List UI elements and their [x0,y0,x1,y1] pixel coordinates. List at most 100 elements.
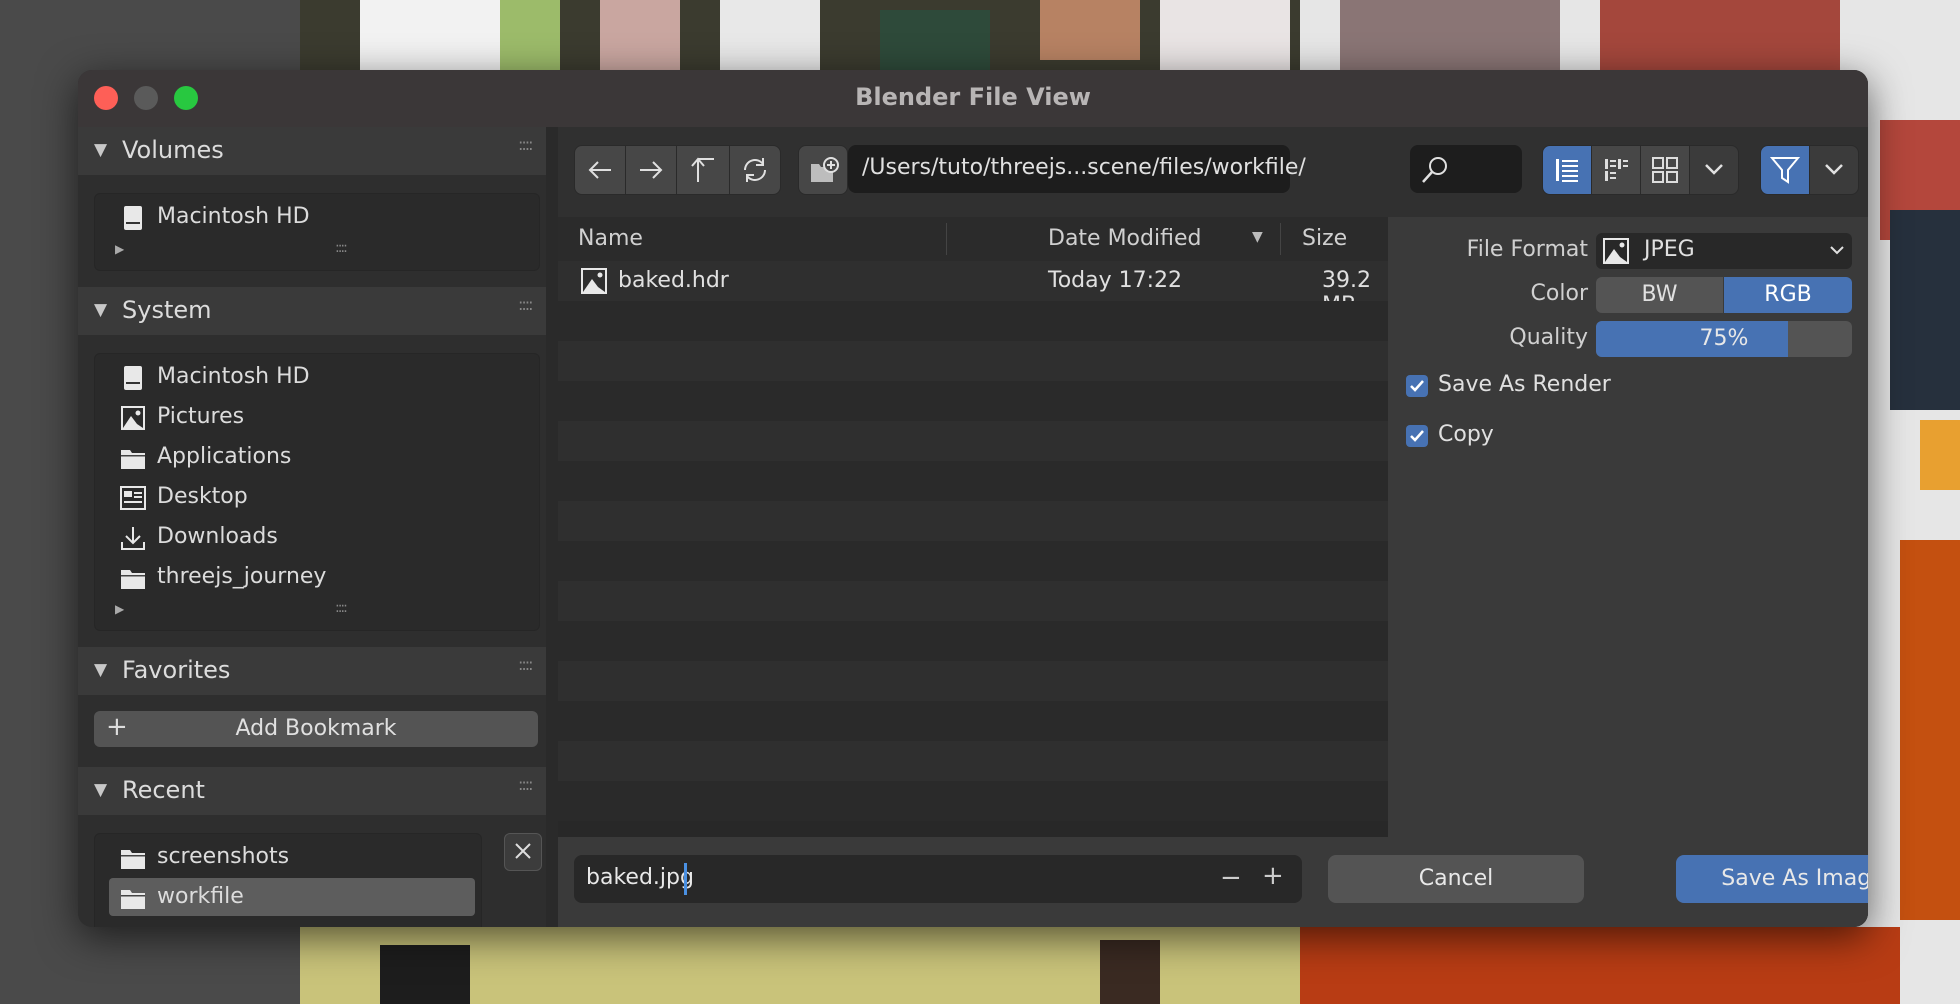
back-button[interactable] [574,145,626,195]
horizontal-list-view-button[interactable] [1591,145,1641,195]
arrow-up-icon [690,156,716,184]
system-item-label: Macintosh HD [157,364,310,389]
empty-row [558,301,1388,341]
folder-icon [119,444,147,472]
remove-recent-button[interactable] [504,833,542,871]
resize-grip-icon[interactable]: :::: [335,600,348,616]
quality-slider[interactable]: 75% [1596,321,1852,357]
resize-grip-icon[interactable]: :::: [335,240,348,256]
system-item-applications[interactable]: Applications [109,438,519,476]
add-bookmark-label: Add Bookmark [235,716,397,741]
empty-row [558,461,1388,501]
file-row[interactable]: baked.hdr Today 17:22 39.2 MB [558,261,1388,318]
drag-handle-icon[interactable]: :::: [518,135,534,154]
system-item-downloads[interactable]: Downloads [109,518,519,556]
refresh-button[interactable] [729,145,781,195]
filter-settings-dropdown[interactable] [1809,145,1859,195]
checkmark-icon [1406,425,1428,447]
sidebar: ▼ Volumes :::: Macintosh HD ▶ :::: ▼ Sys… [78,127,558,927]
decrement-icon[interactable]: − [1220,863,1242,893]
window-title: Blender File View [855,83,1091,111]
color-label: Color [1530,281,1588,306]
column-header-name[interactable]: Name [578,226,643,251]
recent-item-workfile[interactable]: workfile [109,878,475,916]
volume-item-macintosh-hd[interactable]: Macintosh HD [109,198,519,236]
drag-handle-icon[interactable]: :::: [518,655,534,674]
recent-item-screenshots[interactable]: screenshots [109,838,475,876]
system-title: System [122,296,212,324]
copy-label: Copy [1438,422,1494,447]
file-dialog-window: Blender File View ▼ Volumes :::: Macinto… [78,70,1868,927]
favorites-section-header[interactable]: ▼ Favorites :::: [78,647,558,695]
color-option-rgb[interactable]: RGB [1724,277,1852,313]
quality-label: Quality [1509,325,1588,350]
drag-handle-icon[interactable]: :::: [518,775,534,794]
drag-handle-icon[interactable]: :::: [518,295,534,314]
filename-input[interactable]: baked.jpg − + [574,855,1302,903]
column-header-date[interactable]: Date Modified [1048,226,1201,251]
add-bookmark-button[interactable]: + Add Bookmark [94,711,538,747]
volume-item-label: Macintosh HD [157,204,310,229]
volumes-title: Volumes [122,136,224,164]
chevron-down-icon [1830,246,1844,256]
column-divider[interactable] [946,223,947,255]
save-as-render-checkbox[interactable]: Save As Render [1402,367,1702,403]
parent-directory-button[interactable] [676,145,730,195]
increment-icon[interactable]: + [1262,861,1284,891]
image-icon [119,404,147,432]
system-item-threejs-journey[interactable]: threejs_journey [109,558,519,596]
title-bar: Blender File View [78,70,1868,129]
color-option-label: BW [1641,282,1678,307]
display-settings-dropdown[interactable] [1689,145,1739,195]
forward-button[interactable] [625,145,677,195]
filter-search-field[interactable] [1410,145,1522,193]
recent-list: screenshots workfile [94,833,482,927]
system-section-header[interactable]: ▼ System :::: [78,287,558,335]
chevron-down-icon [1824,163,1844,177]
color-option-bw[interactable]: BW [1596,277,1723,313]
folder-icon [119,884,147,912]
refresh-icon [741,157,769,183]
arrow-left-icon [587,158,613,182]
empty-row [558,381,1388,421]
empty-row [558,701,1388,741]
empty-row [558,541,1388,581]
save-as-image-button[interactable]: Save As Image [1676,855,1868,903]
file-name: baked.hdr [618,268,729,293]
sort-descending-icon: ▼ [1252,229,1263,245]
filename-text: baked.jpg [586,865,694,890]
new-directory-button[interactable] [798,145,848,195]
recent-section-header[interactable]: ▼ Recent :::: [78,767,558,815]
expand-triangle-icon[interactable]: ▶ [115,602,124,616]
favorites-title: Favorites [122,656,231,684]
filter-toggle-button[interactable] [1760,145,1810,195]
collapse-triangle-icon: ▼ [94,140,108,160]
file-format-dropdown[interactable]: JPEG [1596,233,1852,269]
collapse-triangle-icon: ▼ [94,300,108,320]
volumes-section-header[interactable]: ▼ Volumes :::: [78,127,558,175]
disk-icon [119,204,147,232]
system-item-macintosh-hd[interactable]: Macintosh HD [109,358,519,396]
vertical-list-view-button[interactable] [1542,145,1592,195]
checkmark-icon [1406,375,1428,397]
columns-view-icon [1602,156,1630,184]
desktop-icon [119,484,147,512]
directory-path-field[interactable]: /Users/tuto/threejs...scene/files/workfi… [848,145,1306,193]
folder-icon [119,564,147,592]
expand-triangle-icon[interactable]: ▶ [115,242,124,256]
file-format-value: JPEG [1644,237,1695,262]
download-icon [119,524,147,552]
chevron-down-icon [1704,163,1724,177]
column-header-size[interactable]: Size [1302,226,1347,251]
thumbnail-view-button[interactable] [1640,145,1690,195]
column-divider[interactable] [1280,223,1281,255]
system-item-desktop[interactable]: Desktop [109,478,519,516]
image-icon [1602,237,1630,265]
directory-path-text: /Users/tuto/threejs...scene/files/workfi… [862,155,1306,180]
options-panel: File Format JPEG Color BW RGB Quality 75… [1388,217,1868,837]
copy-checkbox[interactable]: Copy [1402,417,1702,453]
system-item-label: Pictures [157,404,245,429]
cancel-button[interactable]: Cancel [1328,855,1584,903]
sidebar-divider[interactable] [546,127,558,927]
system-item-pictures[interactable]: Pictures [109,398,519,436]
